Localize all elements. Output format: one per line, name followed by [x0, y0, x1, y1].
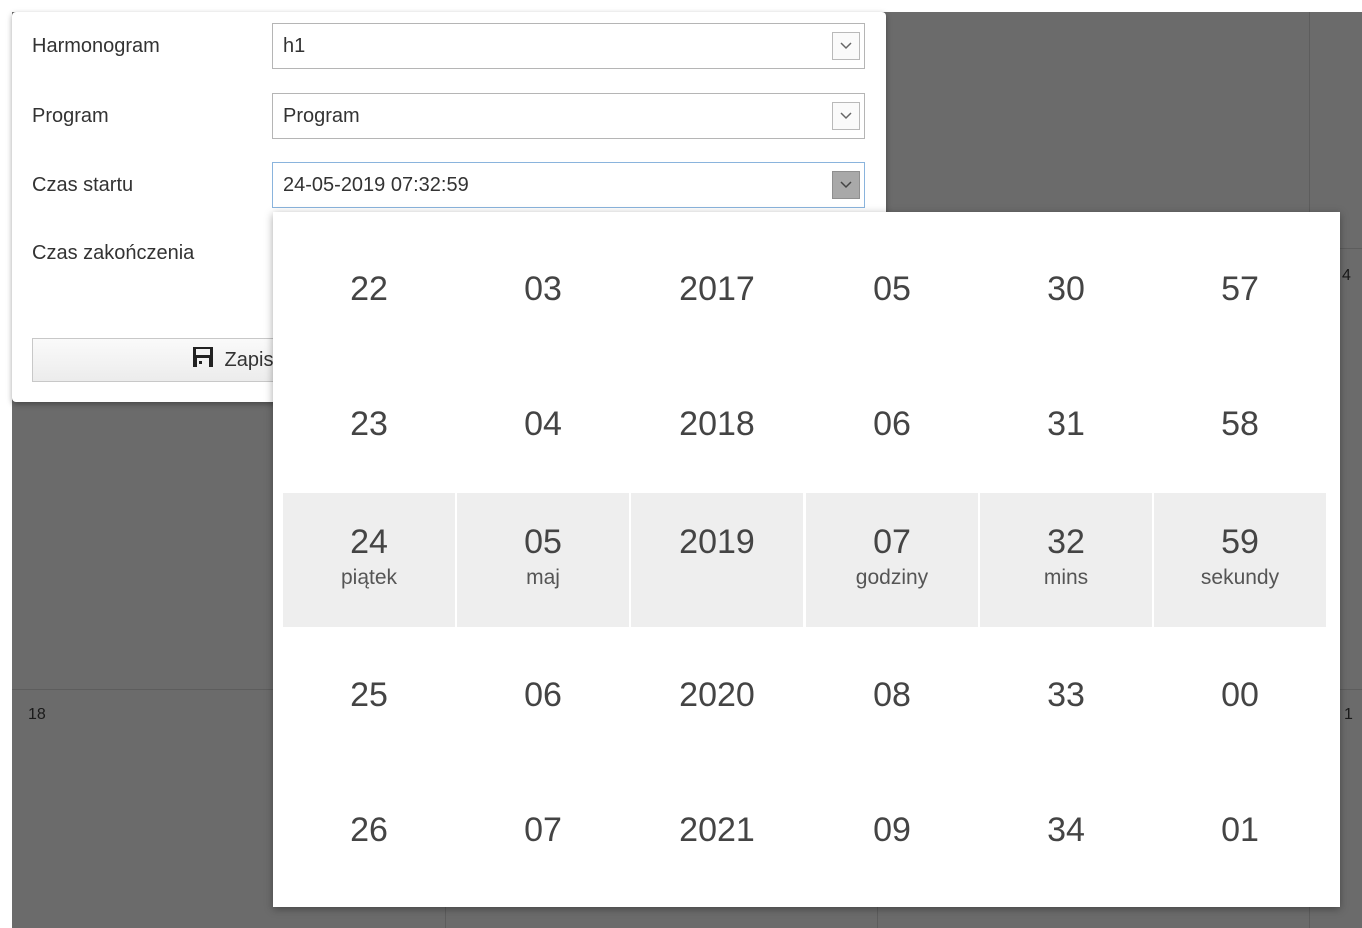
picker-value: 24 — [350, 522, 388, 561]
picker-month-option[interactable]: 04 — [457, 357, 629, 491]
picker-value: 34 — [1047, 810, 1085, 849]
chevron-down-icon[interactable] — [832, 102, 860, 130]
picker-value: 2019 — [679, 522, 755, 561]
picker-hour-option[interactable]: 09 — [806, 763, 978, 897]
picker-unit-label: mins — [1043, 565, 1089, 589]
picker-unit-label: godziny — [855, 565, 929, 589]
chevron-down-icon[interactable] — [832, 32, 860, 60]
picker-year-option[interactable]: 2021 — [631, 763, 803, 897]
picker-value: 2018 — [679, 404, 755, 443]
picker-value: 08 — [873, 675, 911, 714]
picker-value: 22 — [350, 269, 388, 308]
picker-day-option[interactable]: 23 — [283, 357, 455, 491]
picker-value: 07 — [873, 522, 911, 561]
picker-value: 09 — [873, 810, 911, 849]
picker-value: 00 — [1221, 675, 1259, 714]
start-time-field[interactable]: 24-05-2019 07:32:59 — [272, 162, 865, 208]
picker-minute-option[interactable]: 32 mins — [980, 493, 1152, 627]
picker-hour-option[interactable]: 08 — [806, 628, 978, 762]
picker-value: 30 — [1047, 269, 1085, 308]
picker-day-option[interactable]: 25 — [283, 628, 455, 762]
picker-value: 04 — [524, 404, 562, 443]
calendar-day-number: 4 — [1342, 267, 1351, 284]
picker-value: 03 — [524, 269, 562, 308]
picker-value: 57 — [1221, 269, 1259, 308]
calendar-day-number: 18 — [28, 706, 46, 723]
picker-unit-label — [714, 566, 720, 590]
harmonogram-label: Harmonogram — [32, 35, 160, 57]
harmonogram-value: h1 — [283, 35, 306, 57]
picker-month-option[interactable]: 07 — [457, 763, 629, 897]
picker-value: 01 — [1221, 810, 1259, 849]
picker-minute-option[interactable]: 30 — [980, 222, 1152, 356]
picker-unit-label: maj — [526, 565, 560, 589]
program-label: Program — [32, 105, 109, 127]
start-time-label: Czas startu — [32, 174, 134, 196]
end-time-label: Czas zakończenia — [32, 242, 195, 264]
picker-value: 25 — [350, 675, 388, 714]
picker-month-option[interactable]: 03 — [457, 222, 629, 356]
picker-second-option[interactable]: 00 — [1154, 628, 1326, 762]
harmonogram-select[interactable]: h1 — [272, 23, 865, 69]
picker-day-option[interactable]: 24 piątek — [283, 493, 455, 627]
picker-value: 2021 — [679, 810, 755, 849]
picker-hour-option[interactable]: 06 — [806, 357, 978, 491]
picker-second-option[interactable]: 59 sekundy — [1154, 493, 1326, 627]
picker-unit-label: piątek — [340, 565, 398, 589]
picker-hour-option[interactable]: 05 — [806, 222, 978, 356]
picker-value: 06 — [873, 404, 911, 443]
picker-value: 33 — [1047, 675, 1085, 714]
picker-value: 58 — [1221, 404, 1259, 443]
picker-value: 59 — [1221, 522, 1259, 561]
picker-day-option[interactable]: 22 — [283, 222, 455, 356]
picker-month-option[interactable]: 05 maj — [457, 493, 629, 627]
picker-day-option[interactable]: 26 — [283, 763, 455, 897]
picker-unit-label: sekundy — [1200, 565, 1280, 589]
picker-second-option[interactable]: 57 — [1154, 222, 1326, 356]
chevron-down-icon[interactable] — [832, 171, 860, 199]
save-label: Zapis — [224, 348, 274, 371]
picker-second-option[interactable]: 58 — [1154, 357, 1326, 491]
picker-value: 2017 — [679, 269, 755, 308]
program-select[interactable]: Program — [272, 93, 865, 139]
picker-value: 05 — [524, 522, 562, 561]
picker-value: 06 — [524, 675, 562, 714]
picker-month-option[interactable]: 06 — [457, 628, 629, 762]
picker-value: 26 — [350, 810, 388, 849]
picker-value: 23 — [350, 404, 388, 443]
calendar-day-number: 1 — [1344, 706, 1353, 723]
start-time-value: 24-05-2019 07:32:59 — [283, 174, 469, 196]
picker-value: 2020 — [679, 675, 755, 714]
picker-year-option[interactable]: 2018 — [631, 357, 803, 491]
picker-minute-option[interactable]: 34 — [980, 763, 1152, 897]
picker-minute-option[interactable]: 31 — [980, 357, 1152, 491]
picker-hour-option[interactable]: 07 godziny — [806, 493, 978, 627]
picker-minute-option[interactable]: 33 — [980, 628, 1152, 762]
picker-value: 31 — [1047, 404, 1085, 443]
picker-value: 07 — [524, 810, 562, 849]
program-value: Program — [283, 105, 360, 127]
floppy-disk-icon — [191, 345, 215, 375]
datetime-picker: 22 23 24 piątek 25 26 03 04 05 maj 06 07 2017 2018 201… — [273, 212, 1340, 907]
picker-year-option[interactable]: 2017 — [631, 222, 803, 356]
picker-year-option[interactable]: 2019 — [631, 493, 803, 627]
picker-value: 05 — [873, 269, 911, 308]
picker-value: 32 — [1047, 522, 1085, 561]
picker-second-option[interactable]: 01 — [1154, 763, 1326, 897]
picker-year-option[interactable]: 2020 — [631, 628, 803, 762]
